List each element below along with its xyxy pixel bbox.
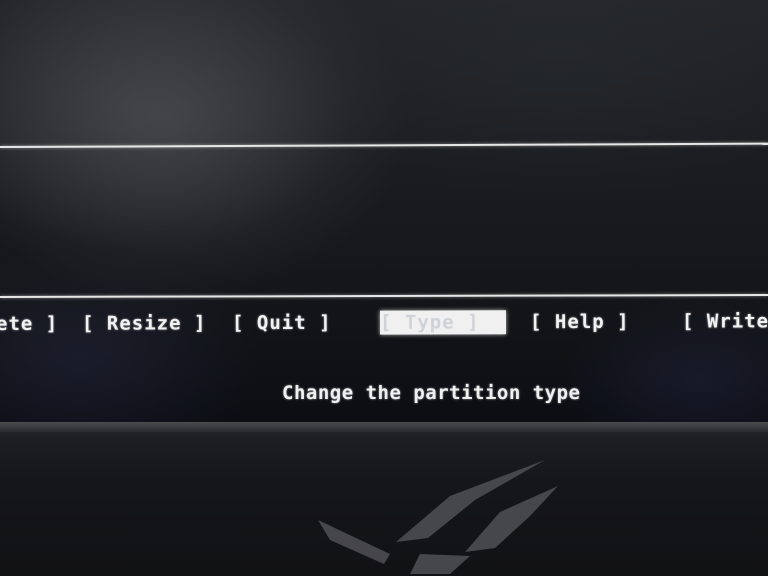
terminal-screen: ete ] [ Resize ] [ Quit ] [ Type ] [ Hel…: [0, 0, 768, 422]
menu-help-button[interactable]: [ Help ]: [530, 310, 630, 334]
cfdisk-menu-bar: ete ] [ Resize ] [ Quit ] [ Type ] [ Hel…: [0, 305, 768, 340]
menu-write-button[interactable]: [ Write: [682, 309, 768, 333]
menu-quit-button[interactable]: [ Quit ]: [232, 311, 332, 335]
menu-resize-button[interactable]: [ Resize ]: [82, 311, 206, 335]
partition-table-bottom-border: [0, 293, 768, 298]
menu-hint-text: Change the partition type: [282, 382, 581, 404]
partition-table-top-border: [0, 142, 768, 148]
menu-type-button[interactable]: [ Type ]: [379, 310, 507, 335]
rog-logo-icon: [318, 460, 558, 574]
bezel-edge: [0, 422, 768, 432]
menu-delete-button[interactable]: ete ]: [0, 312, 58, 336]
photo-of-laptop-screen: ete ] [ Resize ] [ Quit ] [ Type ] [ Hel…: [0, 0, 768, 576]
